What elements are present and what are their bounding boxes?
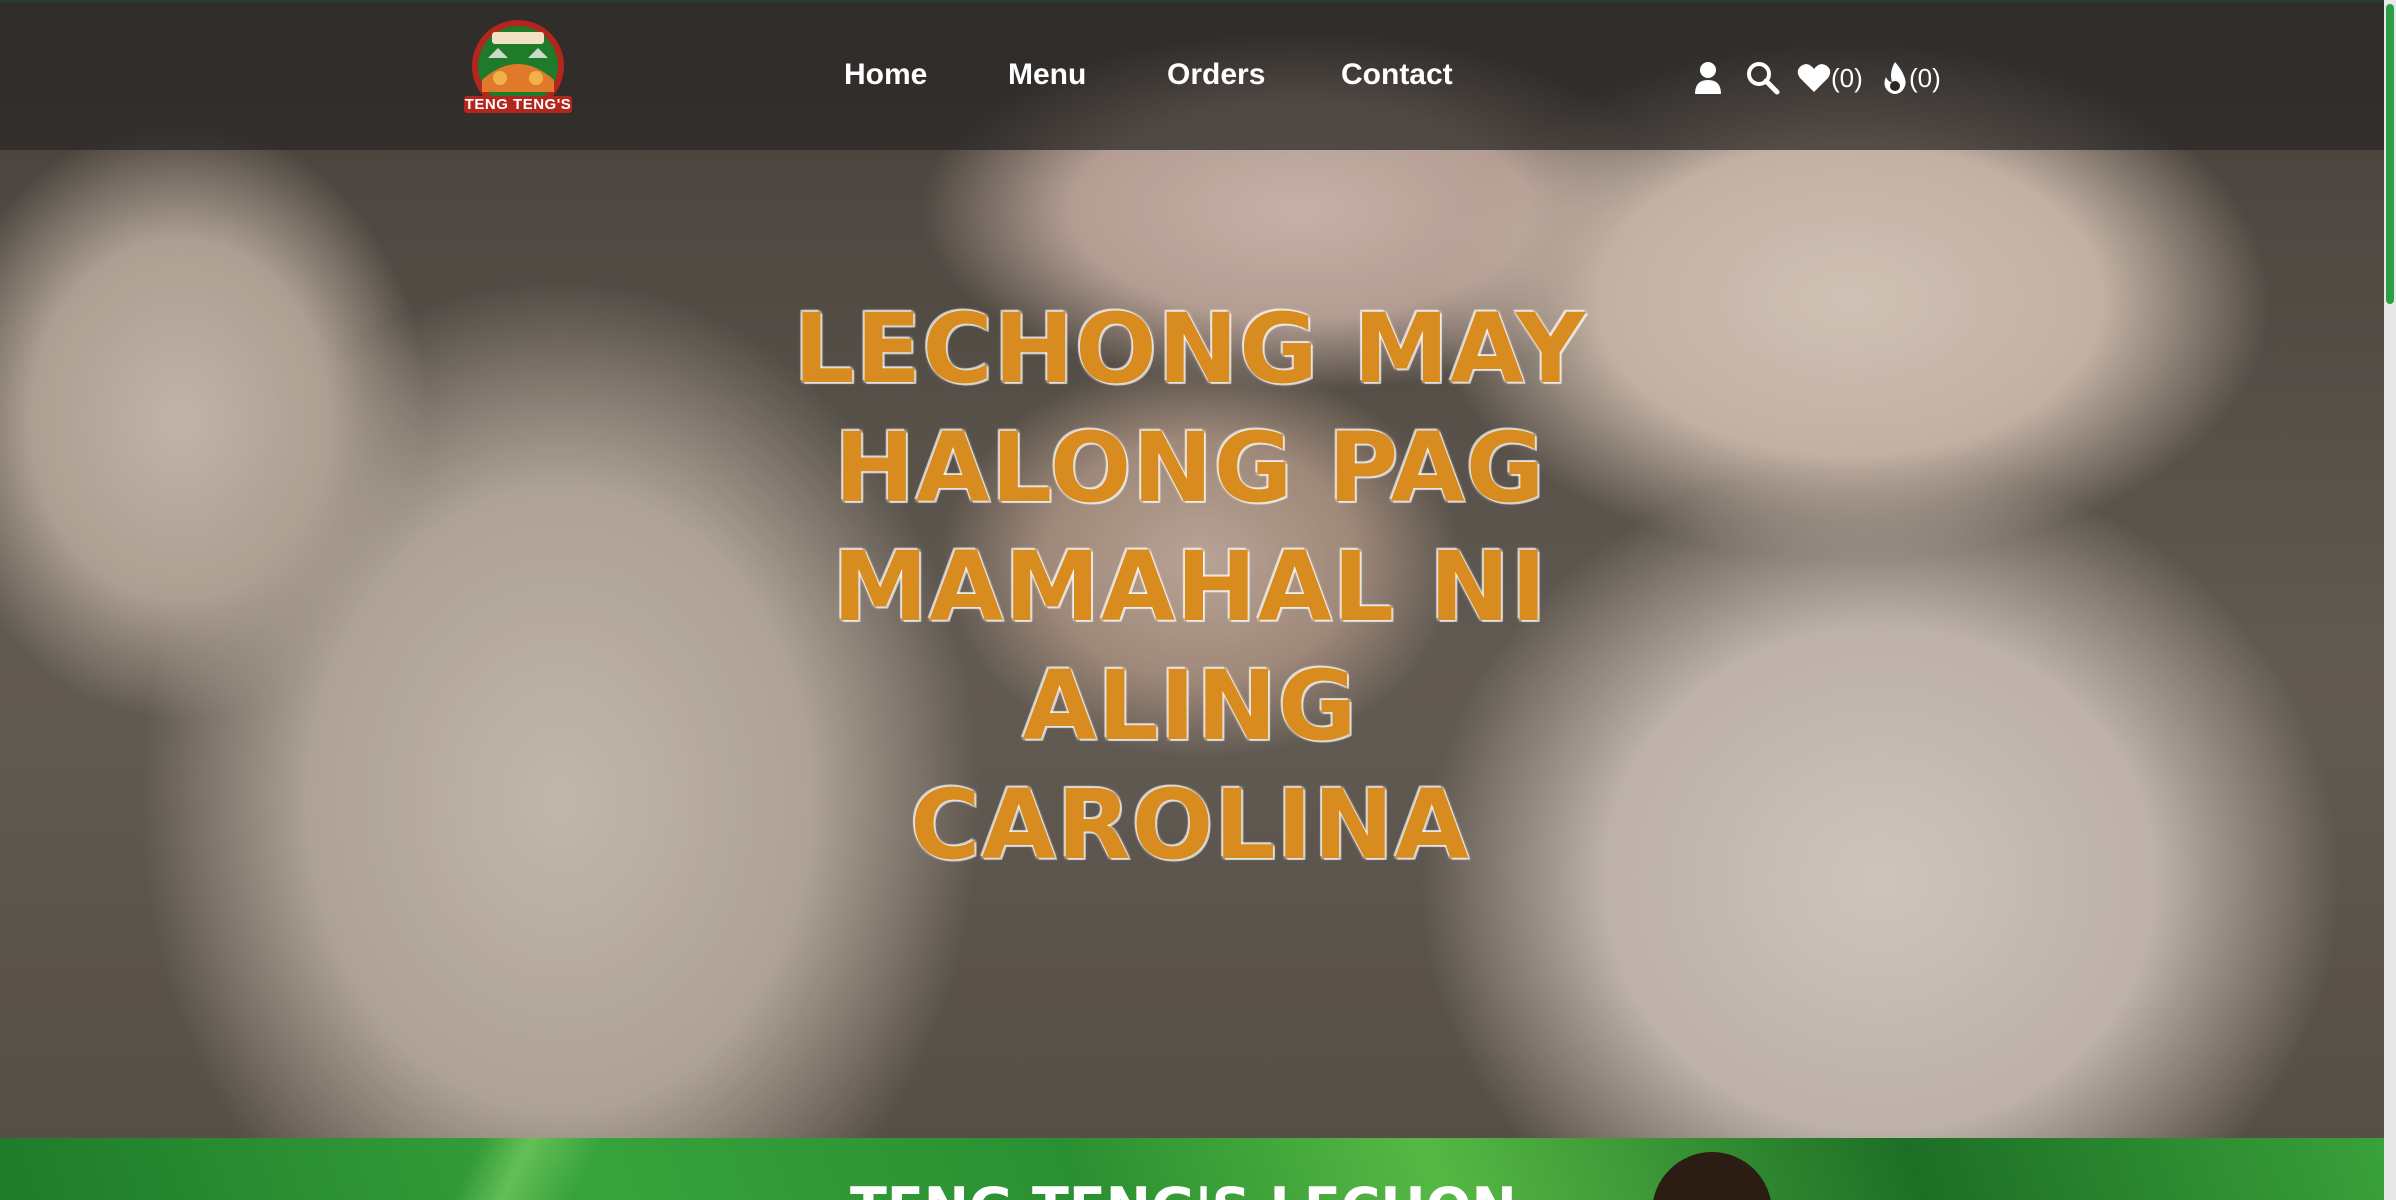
wishlist-count: (0) <box>1831 63 1863 93</box>
flame-icon[interactable] <box>1880 60 1910 96</box>
heart-icon[interactable] <box>1797 62 1831 94</box>
nav-orders[interactable]: Orders <box>1167 58 1265 92</box>
nav-menu[interactable]: Menu <box>1008 58 1086 92</box>
user-icon[interactable] <box>1693 60 1723 96</box>
hero-line-3: MAMAHAL NI ALING <box>832 531 1548 762</box>
nav-home[interactable]: Home <box>844 58 927 92</box>
scrollbar-thumb[interactable] <box>2386 4 2394 304</box>
hero-line-4: CAROLINA <box>910 769 1470 881</box>
banana-leaf-section: TENG TENG'S LECHON <box>0 1138 2384 1200</box>
cart-count: (0) <box>1909 63 1941 93</box>
section-title: TENG TENG'S LECHON <box>850 1176 1517 1200</box>
hero-headline: LECHONG MAY HALONG PAG MAMAHAL NI ALING … <box>680 290 1700 885</box>
brand-logo-text: TENG TENG'S <box>464 96 572 113</box>
nav-contact[interactable]: Contact <box>1341 58 1453 92</box>
hero-line-1: LECHONG MAY <box>793 293 1587 405</box>
person-photo <box>1652 1152 1772 1200</box>
hero-line-2: HALONG PAG <box>834 412 1546 524</box>
search-icon[interactable] <box>1745 60 1781 96</box>
